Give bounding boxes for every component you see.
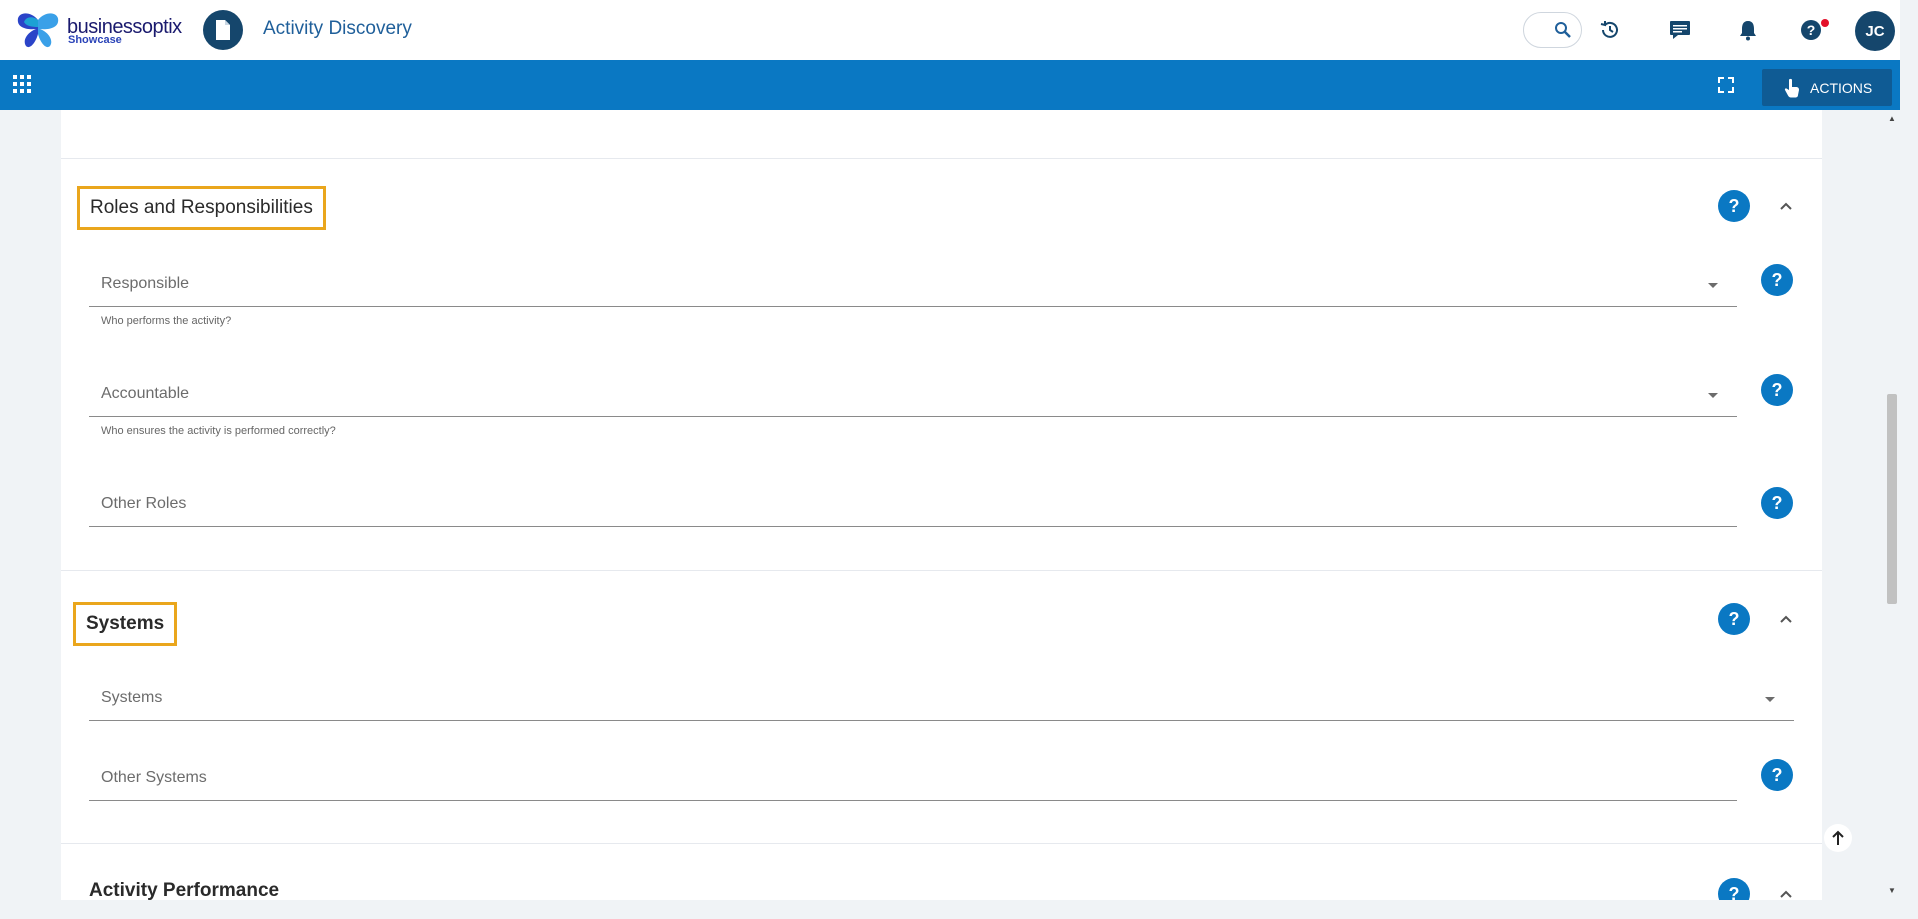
search-button[interactable] bbox=[1523, 12, 1582, 48]
help-glyph: ? bbox=[1771, 379, 1783, 400]
search-icon bbox=[1555, 22, 1571, 38]
form-card: Roles and Responsibilities ? Responsible… bbox=[61, 110, 1822, 900]
help-button-other-roles[interactable]: ? bbox=[1761, 487, 1793, 519]
chevron-up-icon[interactable] bbox=[1776, 884, 1796, 900]
back-to-top-button[interactable] bbox=[1824, 824, 1852, 852]
accountable-hint: Who ensures the activity is performed co… bbox=[101, 425, 336, 437]
responsible-hint: Who performs the activity? bbox=[101, 315, 232, 327]
help-glyph: ? bbox=[1771, 764, 1783, 785]
help-button-accountable[interactable]: ? bbox=[1761, 374, 1793, 406]
help-button-performance-section[interactable]: ? bbox=[1718, 878, 1750, 900]
help-glyph: ? bbox=[1728, 608, 1740, 629]
help-icon[interactable]: ? bbox=[1799, 18, 1823, 42]
bell-icon[interactable] bbox=[1736, 18, 1760, 42]
history-icon[interactable] bbox=[1598, 18, 1622, 42]
help-glyph: ? bbox=[1771, 269, 1783, 290]
comments-icon[interactable] bbox=[1668, 18, 1692, 42]
responsible-dropdown[interactable]: Responsible bbox=[89, 263, 1737, 307]
section-divider bbox=[61, 843, 1822, 844]
section-title-systems: Systems bbox=[73, 602, 178, 646]
document-icon[interactable] bbox=[203, 10, 243, 50]
caret-down-icon bbox=[1765, 697, 1775, 702]
help-glyph: ? bbox=[1728, 195, 1740, 216]
accountable-label: Accountable bbox=[101, 385, 190, 402]
brand-subtitle: Showcase bbox=[68, 34, 122, 46]
section-divider bbox=[61, 158, 1822, 159]
help-button-other-systems[interactable]: ? bbox=[1761, 759, 1793, 791]
notification-dot bbox=[1821, 19, 1829, 27]
butterfly-logo-icon[interactable] bbox=[16, 12, 60, 50]
apps-grid-icon[interactable] bbox=[12, 74, 32, 94]
svg-text:?: ? bbox=[1807, 22, 1816, 38]
accountable-dropdown[interactable]: Accountable bbox=[89, 373, 1737, 417]
other-systems-input[interactable]: Other Systems bbox=[89, 757, 1737, 801]
help-button-systems-section[interactable]: ? bbox=[1718, 603, 1750, 635]
caret-down-icon bbox=[1708, 283, 1718, 288]
caret-down-icon bbox=[1708, 393, 1718, 398]
systems-label: Systems bbox=[101, 689, 163, 706]
responsible-label: Responsible bbox=[101, 275, 190, 292]
actions-label: ACTIONS bbox=[1810, 79, 1873, 96]
actions-button[interactable]: ACTIONS bbox=[1762, 69, 1892, 106]
other-roles-label: Other Roles bbox=[101, 495, 187, 512]
section-divider bbox=[61, 570, 1822, 571]
chevron-up-icon[interactable] bbox=[1776, 609, 1796, 629]
arrow-up-icon bbox=[1832, 830, 1844, 845]
app-title: Activity Discovery bbox=[263, 18, 412, 39]
systems-dropdown[interactable]: Systems bbox=[89, 677, 1794, 721]
fullscreen-icon[interactable] bbox=[1716, 75, 1736, 95]
scroll-up-arrow-icon[interactable]: ▲ bbox=[1888, 114, 1896, 123]
help-button-responsible[interactable]: ? bbox=[1761, 264, 1793, 296]
page-scrollbar[interactable]: ▲ ▼ bbox=[1884, 110, 1900, 900]
other-systems-label: Other Systems bbox=[101, 769, 207, 786]
section-title-performance: Activity Performance bbox=[89, 880, 280, 900]
scroll-down-arrow-icon[interactable]: ▼ bbox=[1888, 886, 1896, 895]
pointer-hand-icon bbox=[1784, 78, 1799, 97]
scroll-thumb[interactable] bbox=[1887, 394, 1897, 604]
user-avatar[interactable]: JC bbox=[1855, 11, 1895, 51]
help-glyph: ? bbox=[1728, 883, 1740, 901]
help-button-roles-section[interactable]: ? bbox=[1718, 190, 1750, 222]
top-header: businessoptix Showcase Activity Discover… bbox=[0, 0, 1900, 60]
other-roles-input[interactable]: Other Roles bbox=[89, 483, 1737, 527]
chevron-up-icon[interactable] bbox=[1776, 196, 1796, 216]
app-toolbar: ACTIONS bbox=[0, 60, 1900, 110]
section-title-roles: Roles and Responsibilities bbox=[77, 186, 326, 230]
help-glyph: ? bbox=[1771, 492, 1783, 513]
